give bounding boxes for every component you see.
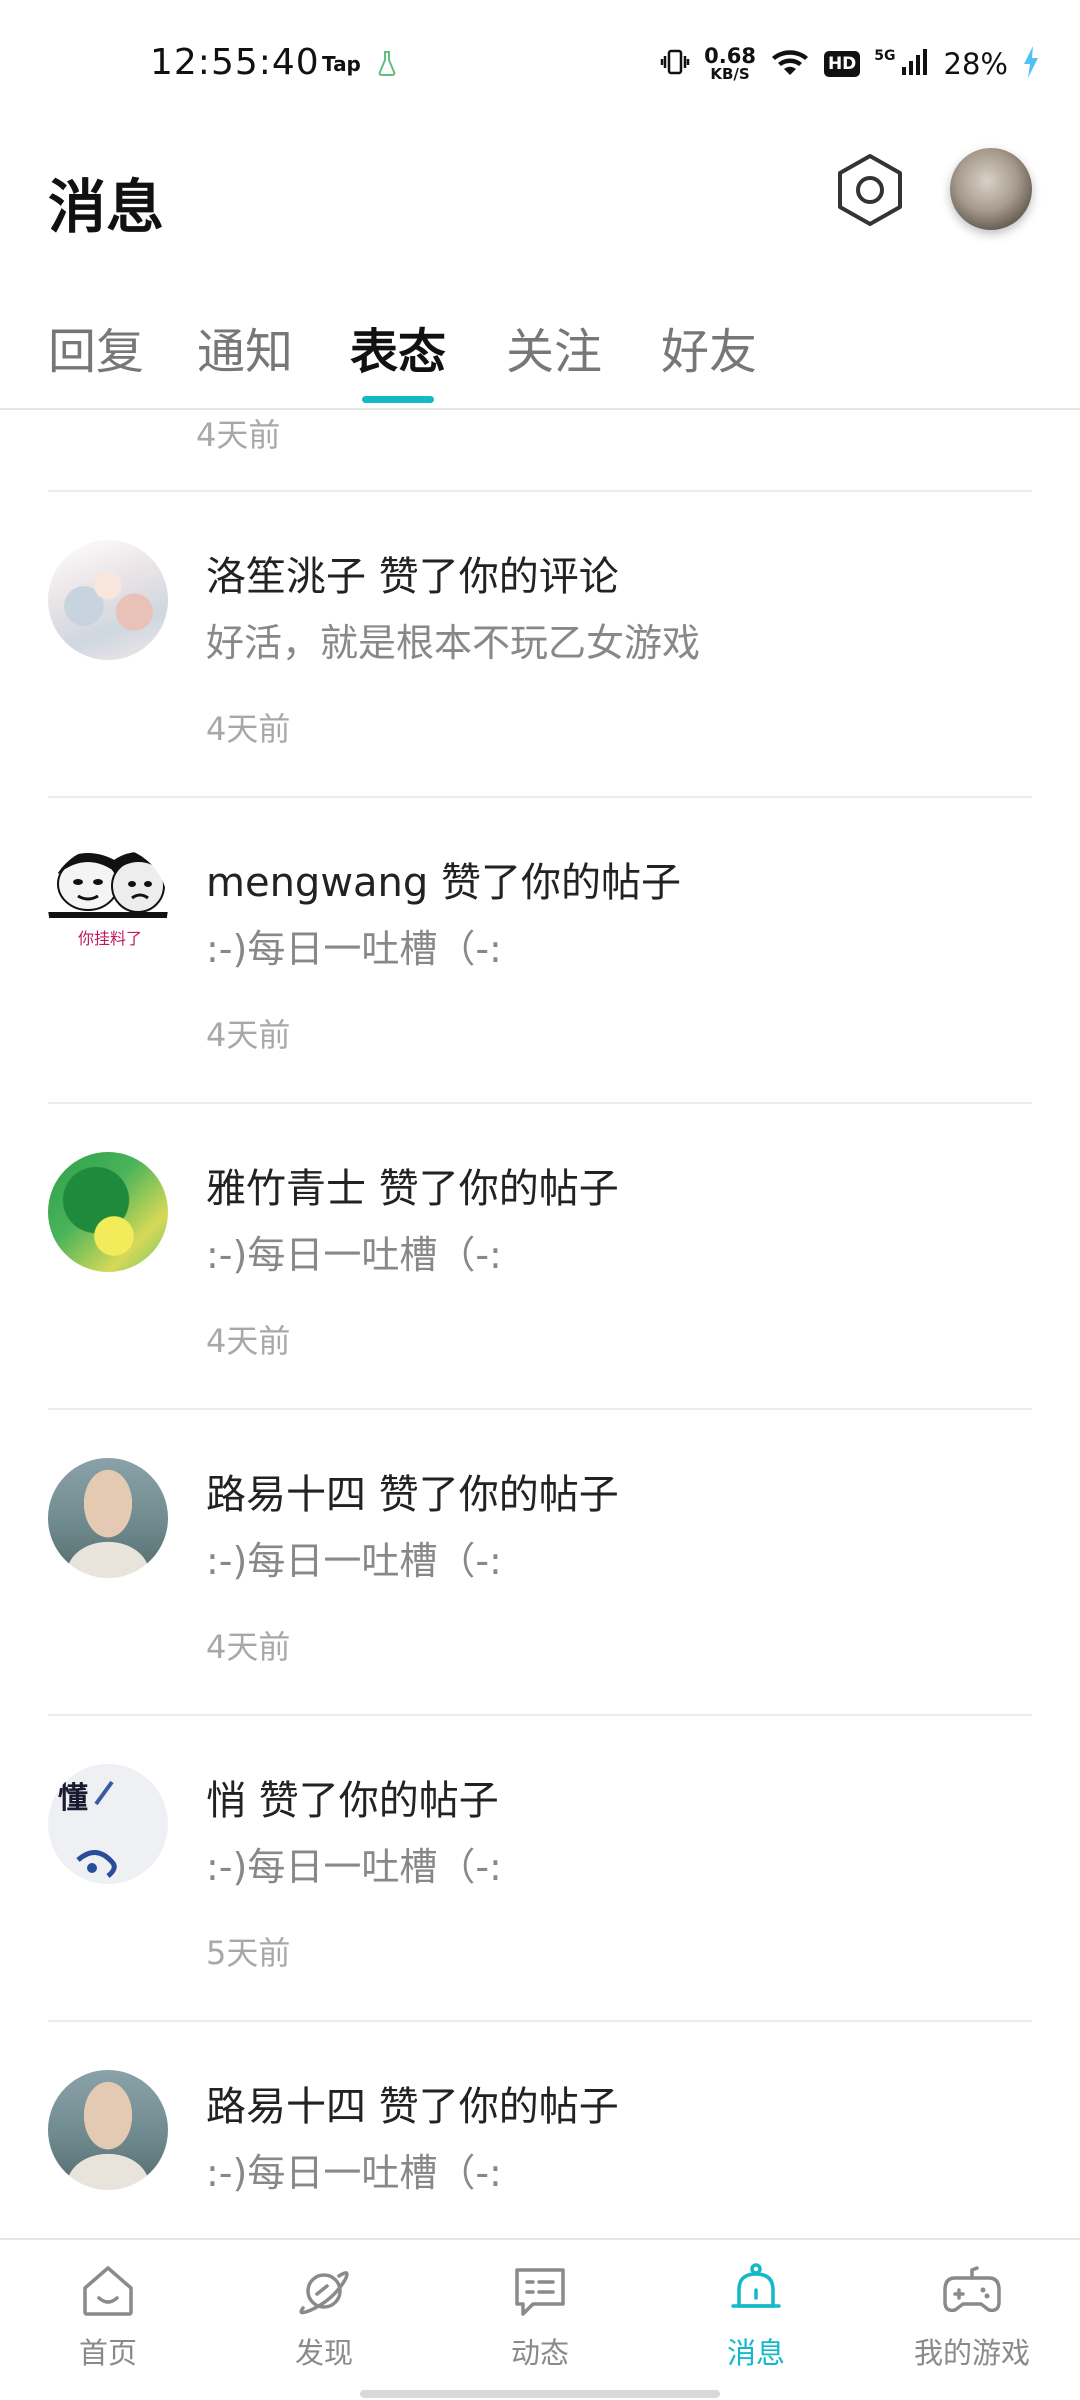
bell-icon xyxy=(731,2263,781,2308)
list-item-title: 路易十四 赞了你的帖子 xyxy=(206,2084,619,2130)
nav-label: 首页 xyxy=(78,2336,137,2370)
list-item-time: 4天前 xyxy=(206,1628,291,1666)
list-item-subtitle: :-)每日一吐槽（-: xyxy=(206,1845,502,1889)
list-item-time: 5天前 xyxy=(206,1934,291,1972)
gamepad-icon xyxy=(943,2266,1001,2313)
list-item-title: 雅竹青士 赞了你的帖子 xyxy=(206,1166,619,1212)
network-speed-value: 0.68 xyxy=(704,44,756,68)
status-bar: 12:55:40 Tap 0.68 KB/S HD 5G 28% xyxy=(0,0,1080,130)
calligraphy-image: 懂 xyxy=(58,1780,117,1878)
list-item[interactable]: 路易十四 赞了你的帖子 :-)每日一吐槽（-: 4天前 xyxy=(0,1410,1080,1716)
bottom-navigation: 首页 发现 动态 消息 我的游戏 xyxy=(0,2238,1080,2400)
list-item-title: 洛笙洮子 赞了你的评论 xyxy=(206,554,619,600)
charging-icon xyxy=(1022,45,1040,83)
active-tab-indicator xyxy=(362,396,434,403)
nav-home[interactable]: 首页 xyxy=(28,2260,188,2390)
network-speed-unit: KB/S xyxy=(710,65,750,83)
list-item-subtitle: :-)每日一吐槽（-: xyxy=(206,1233,502,1277)
user-avatar[interactable] xyxy=(950,148,1032,230)
network-speed: 0.68 KB/S xyxy=(704,46,756,82)
avatar-caption: 你挂料了 xyxy=(78,929,142,948)
avatar[interactable] xyxy=(48,1458,168,1578)
status-time: 12:55:40 xyxy=(150,42,320,83)
tab-notifications[interactable]: 通知 xyxy=(197,312,293,382)
vibrate-icon xyxy=(660,47,690,81)
list-item[interactable]: 路易十四 赞了你的帖子 :-)每日一吐槽（-: xyxy=(0,2022,1080,2238)
hd-badge: HD xyxy=(823,51,861,77)
avatar[interactable]: 你挂料了 xyxy=(48,846,168,966)
list-item-title: 路易十四 赞了你的帖子 xyxy=(206,1472,619,1518)
list-item-subtitle: :-)每日一吐槽（-: xyxy=(206,927,502,971)
home-indicator[interactable] xyxy=(360,2390,720,2398)
settings-button[interactable] xyxy=(832,150,908,230)
list-item-subtitle: :-)每日一吐槽（-: xyxy=(206,2151,502,2195)
tap-app-icon: Tap xyxy=(322,52,361,76)
list-item[interactable]: 懂 悄 赞了你的帖子 :-)每日一吐槽（-: 5天前 xyxy=(0,1716,1080,2022)
tab-follows[interactable]: 关注 xyxy=(506,312,602,382)
flask-icon xyxy=(378,50,396,80)
tab-replies[interactable]: 回复 xyxy=(48,312,144,382)
nav-my-games[interactable]: 我的游戏 xyxy=(892,2260,1052,2390)
list-item-title: 悄 赞了你的帖子 xyxy=(206,1778,499,1824)
tab-friends[interactable]: 好友 xyxy=(661,312,757,382)
list-item[interactable]: 你挂料了 mengwang 赞了你的帖子 :-)每日一吐槽（-: 4天前 xyxy=(0,798,1080,1104)
nav-feed[interactable]: 动态 xyxy=(460,2260,620,2390)
nav-label: 动态 xyxy=(510,2336,569,2370)
list-item-title: mengwang 赞了你的帖子 xyxy=(206,860,681,906)
hexagon-settings-icon xyxy=(838,154,902,226)
nav-label: 消息 xyxy=(726,2336,785,2370)
reaction-list[interactable]: 4天前 洛笙洮子 赞了你的评论 好活，就是根本不玩乙女游戏 4天前 你挂料了 m… xyxy=(0,410,1080,2238)
avatar[interactable] xyxy=(48,1152,168,1272)
avatar-caption: 懂 xyxy=(58,1781,88,1816)
page-title: 消息 xyxy=(48,173,165,241)
nav-label: 我的游戏 xyxy=(913,2336,1030,2370)
wifi-icon xyxy=(770,46,810,82)
avatar[interactable] xyxy=(48,2070,168,2190)
nav-discover[interactable]: 发现 xyxy=(244,2260,404,2390)
meme-faces-image: 你挂料了 xyxy=(48,852,168,948)
tab-reactions[interactable]: 表态 xyxy=(350,312,446,382)
avatar[interactable]: 懂 xyxy=(48,1764,168,1884)
list-item-time: 4天前 xyxy=(196,416,281,454)
battery-percent: 28% xyxy=(943,47,1008,81)
list-item-subtitle: :-)每日一吐槽（-: xyxy=(206,1539,502,1583)
list-item[interactable]: 雅竹青士 赞了你的帖子 :-)每日一吐槽（-: 4天前 xyxy=(0,1104,1080,1410)
home-icon xyxy=(83,2266,133,2316)
list-item-time: 4天前 xyxy=(206,1016,291,1054)
list-item-time: 4天前 xyxy=(206,710,291,748)
chat-bubble-icon xyxy=(515,2268,565,2316)
signal-icon xyxy=(900,47,930,81)
list-item[interactable]: 洛笙洮子 赞了你的评论 好活，就是根本不玩乙女游戏 4天前 xyxy=(0,492,1080,798)
list-item-time: 4天前 xyxy=(206,1322,291,1360)
list-item-subtitle: 好活，就是根本不玩乙女游戏 xyxy=(206,621,701,665)
planet-icon xyxy=(299,2271,349,2315)
avatar[interactable] xyxy=(48,540,168,660)
network-type: 5G xyxy=(874,48,896,64)
status-indicators: 0.68 KB/S HD 5G 28% xyxy=(660,44,1040,84)
nav-messages[interactable]: 消息 xyxy=(676,2260,836,2390)
nav-label: 发现 xyxy=(294,2336,353,2370)
message-tabs: 回复 通知 表态 关注 好友 xyxy=(0,300,1080,410)
